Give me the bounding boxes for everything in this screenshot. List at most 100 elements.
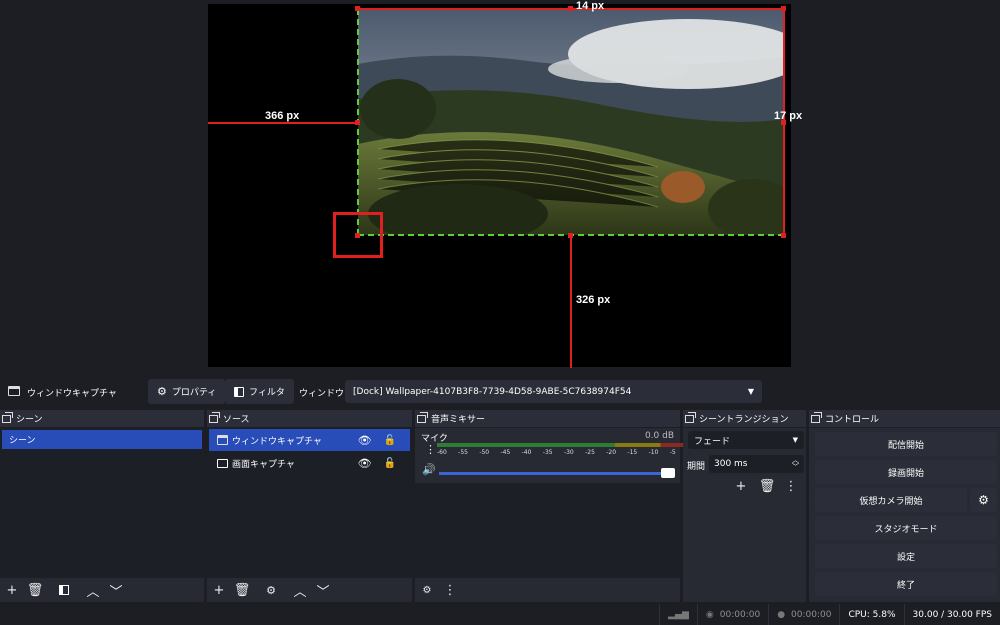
start-virtual-camera-button[interactable]: 仮想カメラ開始	[815, 488, 967, 512]
transitions-body: フェード ▼ 期間 300 ms ︿ ﹀ + 🗑 ⋮	[683, 428, 806, 602]
controls-dock: コントロール 配信開始 録画開始 仮想カメラ開始 ⚙ スタジオモード 設定 終了	[809, 410, 1000, 602]
filters-button[interactable]: フィルタ	[225, 379, 294, 404]
studio-mode-button[interactable]: スタジオモード	[815, 516, 997, 540]
meter-tick-label: -55	[458, 449, 468, 456]
status-bar: ▂▄▆ ◉ 00:00:00 ● 00:00:00 CPU: 5.8% 30.0…	[0, 604, 1000, 625]
guide-left	[208, 122, 358, 124]
start-streaming-label: 配信開始	[887, 440, 924, 451]
chevron-down-icon: ▼	[792, 436, 798, 444]
exit-label: 終了	[896, 580, 915, 591]
sources-title: ソース	[207, 410, 412, 428]
sources-list: ウィンドウキャプチャ 👁 🔓 画面キャプチャ 👁 🔓	[207, 428, 412, 578]
scene-filter-icon[interactable]	[57, 583, 71, 597]
dock-undock-icon[interactable]	[685, 411, 696, 423]
preview-area[interactable]: 14 px 366 px 17 px 326 px	[0, 0, 1000, 372]
scenes-list: シーン	[0, 428, 204, 578]
more-vertical-icon[interactable]: ⋮	[443, 583, 457, 598]
record-time: 00:00:00	[791, 609, 832, 620]
volume-slider[interactable]	[439, 472, 675, 475]
lock-icon[interactable]: 🔓	[384, 458, 396, 469]
source-image[interactable]	[358, 9, 784, 235]
dock-undock-icon[interactable]	[811, 411, 822, 423]
meter-tick-label: -45	[500, 449, 511, 456]
handle-bottom-right[interactable]	[781, 233, 786, 238]
chevron-down-icon[interactable]: ﹀	[109, 583, 123, 600]
source-item-window-capture[interactable]: ウィンドウキャプチャ 👁 🔓	[209, 429, 410, 451]
start-recording-button[interactable]: 録画開始	[815, 460, 997, 484]
stepper-arrows-icon[interactable]: ︿ ﹀	[792, 457, 799, 471]
scenes-dock: シーン シーン + 🗑 ︿ ﹀	[0, 410, 204, 602]
dock-undock-icon[interactable]	[417, 411, 428, 423]
meter-tick-label: -35	[542, 449, 553, 456]
scenes-title-label: シーン	[16, 415, 43, 425]
duration-stepper[interactable]: 300 ms ︿ ﹀	[709, 455, 804, 473]
gear-icon[interactable]: ⚙	[264, 583, 278, 597]
sources-dock: ソース ウィンドウキャプチャ 👁 🔓 画面キャプチャ 👁 🔓 + 🗑 ⚙ ︿ ﹀	[207, 410, 412, 602]
chevron-down-icon[interactable]: ﹀	[316, 583, 330, 600]
monitor-icon	[217, 458, 228, 468]
scene-item[interactable]: シーン	[2, 430, 202, 449]
guide-bottom	[570, 235, 572, 368]
meter-tick-label: -5	[669, 449, 676, 456]
highlight-box	[333, 212, 383, 258]
properties-button[interactable]: ⚙ プロパティ	[148, 379, 226, 404]
properties-label: プロパティ	[171, 388, 217, 398]
handle-bottom-center[interactable]	[568, 233, 573, 238]
settings-label: 設定	[896, 552, 915, 563]
trash-icon[interactable]: 🗑	[759, 479, 776, 494]
eye-icon[interactable]: 👁	[358, 434, 372, 447]
transition-select-value: フェード	[694, 436, 731, 447]
source-item-label: ウィンドウキャプチャ	[232, 436, 322, 447]
exit-button[interactable]: 終了	[815, 572, 997, 596]
trash-icon[interactable]: 🗑	[27, 583, 44, 598]
add-scene-button[interactable]: +	[5, 583, 19, 598]
window-select[interactable]: [Dock] Wallpaper-4107B3F8-7739-4D58-9ABE…	[345, 380, 762, 403]
settings-button[interactable]: 設定	[815, 544, 997, 568]
mixer-level: 0.0 dB	[644, 431, 674, 441]
add-transition-button[interactable]: +	[734, 479, 748, 494]
start-virtual-camera-label: 仮想カメラ開始	[859, 496, 923, 507]
add-source-button[interactable]: +	[212, 583, 226, 598]
speaker-icon[interactable]: 🔊	[422, 463, 436, 476]
transition-select[interactable]: フェード ▼	[688, 431, 804, 449]
signal-segment: ▂▄▆	[659, 604, 697, 625]
meter-tick-label: -10	[648, 449, 659, 456]
measure-bottom-label: 326 px	[576, 294, 611, 306]
signal-bars-icon: ▂▄▆	[668, 609, 689, 620]
handle-top-left[interactable]	[355, 6, 360, 11]
chevron-up-icon[interactable]: ︿	[293, 583, 307, 600]
transitions-title-label: シーントランジション	[699, 415, 789, 425]
controls-body: 配信開始 録画開始 仮想カメラ開始 ⚙ スタジオモード 設定 終了	[809, 428, 1000, 602]
meter-tick-label: -25	[585, 449, 595, 456]
dock-undock-icon[interactable]	[209, 411, 220, 423]
more-vertical-icon[interactable]: ⋮	[425, 443, 436, 456]
lock-icon[interactable]: 🔓	[384, 435, 396, 446]
more-vertical-icon[interactable]: ⋮	[784, 479, 798, 494]
source-item-label: 画面キャプチャ	[232, 459, 295, 470]
cpu-segment: CPU: 5.8%	[839, 604, 903, 625]
audio-mixer-dock: 音声ミキサー マイク 0.0 dB ⋮ -60 -55 -50 -45 -40 -35 -3…	[415, 410, 691, 602]
handle-top-right[interactable]	[781, 6, 786, 11]
meter-tick-label: -15	[627, 449, 638, 456]
virtual-camera-settings-button[interactable]: ⚙	[970, 488, 997, 512]
dock-undock-icon[interactable]	[2, 411, 13, 423]
stream-icon: ◉	[705, 609, 714, 620]
stream-time: 00:00:00	[719, 609, 761, 620]
transitions-title: シーントランジション	[683, 410, 806, 428]
handle-mid-left[interactable]	[355, 120, 360, 125]
volume-slider-knob[interactable]	[661, 468, 675, 478]
window-icon	[8, 386, 20, 396]
start-streaming-button[interactable]: 配信開始	[815, 432, 997, 456]
handle-top-center[interactable]	[568, 6, 573, 11]
meter-tick-label: -40	[521, 449, 532, 456]
landscape-picture	[358, 9, 784, 235]
window-select-value: [Dock] Wallpaper-4107B3F8-7739-4D58-9ABE…	[353, 386, 632, 397]
trash-icon[interactable]: 🗑	[234, 583, 251, 598]
measure-left-label: 366 px	[265, 110, 300, 122]
source-item-screen-capture[interactable]: 画面キャプチャ 👁 🔓	[209, 452, 410, 474]
eye-icon[interactable]: 👁	[358, 457, 372, 470]
chevron-up-icon[interactable]: ︿	[86, 583, 100, 600]
controls-title: コントロール	[809, 410, 1000, 428]
gear-icon: ⚙	[157, 385, 167, 398]
gears-icon[interactable]: ⚙	[420, 583, 434, 597]
